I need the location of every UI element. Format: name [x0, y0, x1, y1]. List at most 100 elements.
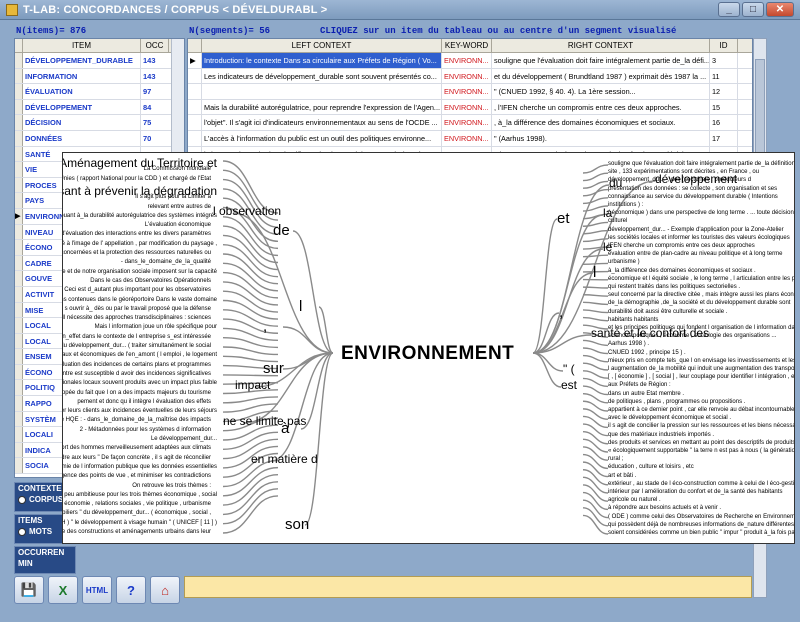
- left-context-line[interactable]: n concertation à ses divers niveaux : éc…: [63, 501, 211, 508]
- left-context-line[interactable]: Il s'agit plus pour la Limiter à: [135, 194, 211, 201]
- left-context-line[interactable]: pement et donc qu il intègre l évaluatio…: [77, 399, 211, 406]
- left-context-line[interactable]: tions futures à répondre aux leurs " De …: [63, 455, 211, 462]
- col-right-context-header[interactable]: RIGHT CONTEXT: [492, 39, 710, 52]
- maximize-button[interactable]: □: [742, 2, 764, 17]
- left-context-line[interactable]: relevant entre autres de: [148, 204, 211, 211]
- right-hub-word[interactable]: et: [557, 211, 570, 227]
- keyword-cell[interactable]: ENVIRONN...: [442, 115, 492, 130]
- right-hub-word[interactable]: santé et le confort des: [591, 327, 709, 340]
- right-context-line[interactable]: connaissance au service du développement…: [608, 194, 778, 201]
- row-selector[interactable]: [15, 318, 23, 333]
- occurrences-min[interactable]: MIN: [15, 558, 75, 569]
- right-context-line[interactable]: [ , [ économie ] , [ social ] , leur cou…: [608, 374, 794, 381]
- right-context-line[interactable]: seul concerné par la directive citée , m…: [608, 292, 794, 299]
- right-context-line[interactable]: extérieur , au stade de l éco-constructi…: [608, 481, 794, 488]
- left-context-line[interactable]: Il nécessite des approches transdiscipli…: [63, 315, 211, 322]
- right-hub-word[interactable]: la: [603, 207, 612, 220]
- row-selector[interactable]: [15, 115, 23, 130]
- right-context-line[interactable]: urbanisme ): [608, 259, 640, 266]
- right-context-line[interactable]: qui restent traités dans les politiques …: [608, 284, 740, 291]
- left-context-line[interactable]: entre est susceptible d avoir des incide…: [63, 371, 211, 378]
- id-cell[interactable]: 17: [710, 130, 738, 146]
- row-selector[interactable]: [15, 224, 23, 240]
- right-context-line[interactable]: avec le développement économique et soci…: [608, 415, 731, 422]
- right-context-line[interactable]: institutions ) :: [608, 202, 643, 209]
- item-row[interactable]: DÉCISION 75: [15, 115, 184, 131]
- col-item-header[interactable]: ITEM: [23, 39, 141, 52]
- left-context-line[interactable]: gionales locaux souvent produits avec un…: [63, 380, 217, 387]
- right-context-line[interactable]: souligne que l'évaluation doit faire int…: [608, 161, 794, 168]
- row-selector[interactable]: [15, 130, 23, 146]
- segment-row[interactable]: ▶ Introduction: le contexte Dans sa circu…: [188, 53, 752, 69]
- left-context-line[interactable]: ccessible HQE : - dans_le_domaine_de_la_…: [63, 417, 211, 424]
- right-context-cell[interactable]: , l'IFEN cherche un compromis entre ces …: [492, 99, 710, 115]
- right-context-line[interactable]: qui possèdent déjà de nombreuses informa…: [608, 522, 794, 529]
- left-context-line[interactable]: Mais l information joue un rôle spécifiq…: [95, 324, 217, 331]
- left-context-line[interactable]: rtonomie de l information publique que l…: [63, 464, 217, 471]
- left-context-line[interactable]: -Unies ( rapport National pour la CDD ) …: [63, 176, 211, 183]
- right-context-line[interactable]: « écologiquement supportable " la terre …: [608, 448, 794, 455]
- right-context-line[interactable]: mieux pris en compte tels_que l on envis…: [608, 358, 794, 365]
- right-hub-word[interactable]: développement: [655, 173, 737, 186]
- item-row[interactable]: DÉVELOPPEMENT_DURABLE 143: [15, 53, 184, 69]
- row-selector[interactable]: [15, 458, 23, 474]
- left-context-line[interactable]: déterminants sociaux et économiques de l…: [63, 352, 217, 359]
- right-context-cell[interactable]: " (CNUED 1992, § 40. 4). La 1ère session…: [492, 84, 710, 99]
- row-selector[interactable]: [15, 240, 23, 255]
- concordance-graph[interactable]: ENVIRONNEMENT Aménagement du Territoire …: [62, 152, 795, 544]
- save-icon[interactable]: 💾: [14, 576, 44, 604]
- row-selector[interactable]: [15, 177, 23, 193]
- row-selector[interactable]: ▶: [188, 53, 202, 68]
- row-selector[interactable]: ▶: [15, 208, 23, 224]
- right-context-line[interactable]: ( ODE ) comme celui des Observatoires de…: [608, 514, 794, 521]
- row-selector[interactable]: [15, 84, 23, 99]
- right-context-line[interactable]: art et bâti .: [608, 473, 636, 480]
- right-hub-word[interactable]: du: [609, 177, 622, 190]
- item-row[interactable]: DONNÉES 70: [15, 130, 184, 147]
- left-hub-word[interactable]: en matière d: [251, 453, 318, 466]
- left-hub-word[interactable]: l observation: [213, 205, 281, 218]
- right-context-line[interactable]: que des matériaux industriels importés .: [608, 432, 714, 439]
- right-hub-word[interactable]: ,: [559, 305, 563, 321]
- right-context-line[interactable]: il s agit de concilier la pression sur l…: [608, 423, 794, 430]
- left-context-line[interactable]: valuation des incidences de certains pla…: [63, 362, 211, 369]
- id-cell[interactable]: 16: [710, 115, 738, 130]
- right-context-line[interactable]: Aarhus 1998 ) .: [608, 341, 649, 348]
- occ-cell[interactable]: 70: [141, 131, 169, 146]
- left-context-line[interactable]: n , sans sont conservés les quatre " pil…: [63, 510, 211, 517]
- right-context-line[interactable]: éducation , culture et loisirs , etc: [608, 464, 694, 471]
- right-context-line[interactable]: intérieur par l amélioration du confort …: [608, 489, 782, 496]
- left-context-line[interactable]: Ceci est d_autant plus important pour le…: [64, 287, 211, 294]
- occ-cell[interactable]: 143: [141, 53, 169, 68]
- col-keyword-header[interactable]: KEY-WORD: [442, 39, 492, 52]
- right-hub-word[interactable]: est: [561, 379, 577, 392]
- left-context-line[interactable]: tion et le confort des hommes merveilleu…: [63, 445, 211, 452]
- row-selector[interactable]: [15, 286, 23, 302]
- row-selector[interactable]: [15, 380, 23, 396]
- left-context-cell[interactable]: L'accès à l'information du public est un…: [202, 130, 442, 146]
- row-selector[interactable]: [15, 53, 23, 68]
- left-context-line[interactable]: lle de l'Agenda 21 de Mourik est peu amb…: [63, 492, 217, 499]
- left-context-line[interactable]: construire , l intégration harmonieuse d…: [63, 529, 211, 536]
- right-context-line[interactable]: agricole ou naturel .: [608, 497, 661, 504]
- row-selector[interactable]: [15, 364, 23, 380]
- row-selector[interactable]: [15, 442, 23, 458]
- left-context-line[interactable]: s ouvrir à_ dès ou par le travail propos…: [65, 306, 211, 313]
- left-context-line[interactable]: ions concernées et la protection des res…: [63, 250, 211, 257]
- left-hub-word[interactable]: ne se limite pas: [223, 415, 306, 428]
- right-hub-word[interactable]: " (: [563, 363, 575, 376]
- radio-icon[interactable]: [18, 527, 26, 536]
- row-selector[interactable]: [188, 68, 202, 84]
- col-left-context-header[interactable]: LEFT CONTEXT: [202, 39, 442, 52]
- left-hub-word[interactable]: de: [273, 223, 290, 239]
- row-selector[interactable]: [15, 99, 23, 115]
- segments-table[interactable]: LEFT CONTEXT KEY-WORD RIGHT CONTEXT ID ▶…: [187, 38, 753, 153]
- row-selector[interactable]: [188, 99, 202, 115]
- item-cell[interactable]: DÉVELOPPEMENT: [23, 99, 141, 115]
- row-selector[interactable]: [15, 349, 23, 364]
- row-selector[interactable]: [15, 302, 23, 318]
- left-context-cell[interactable]: Les indicateurs de développement_durable…: [202, 68, 442, 84]
- occ-cell[interactable]: 84: [141, 100, 169, 115]
- id-cell[interactable]: 15: [710, 99, 738, 115]
- row-selector[interactable]: [15, 146, 23, 162]
